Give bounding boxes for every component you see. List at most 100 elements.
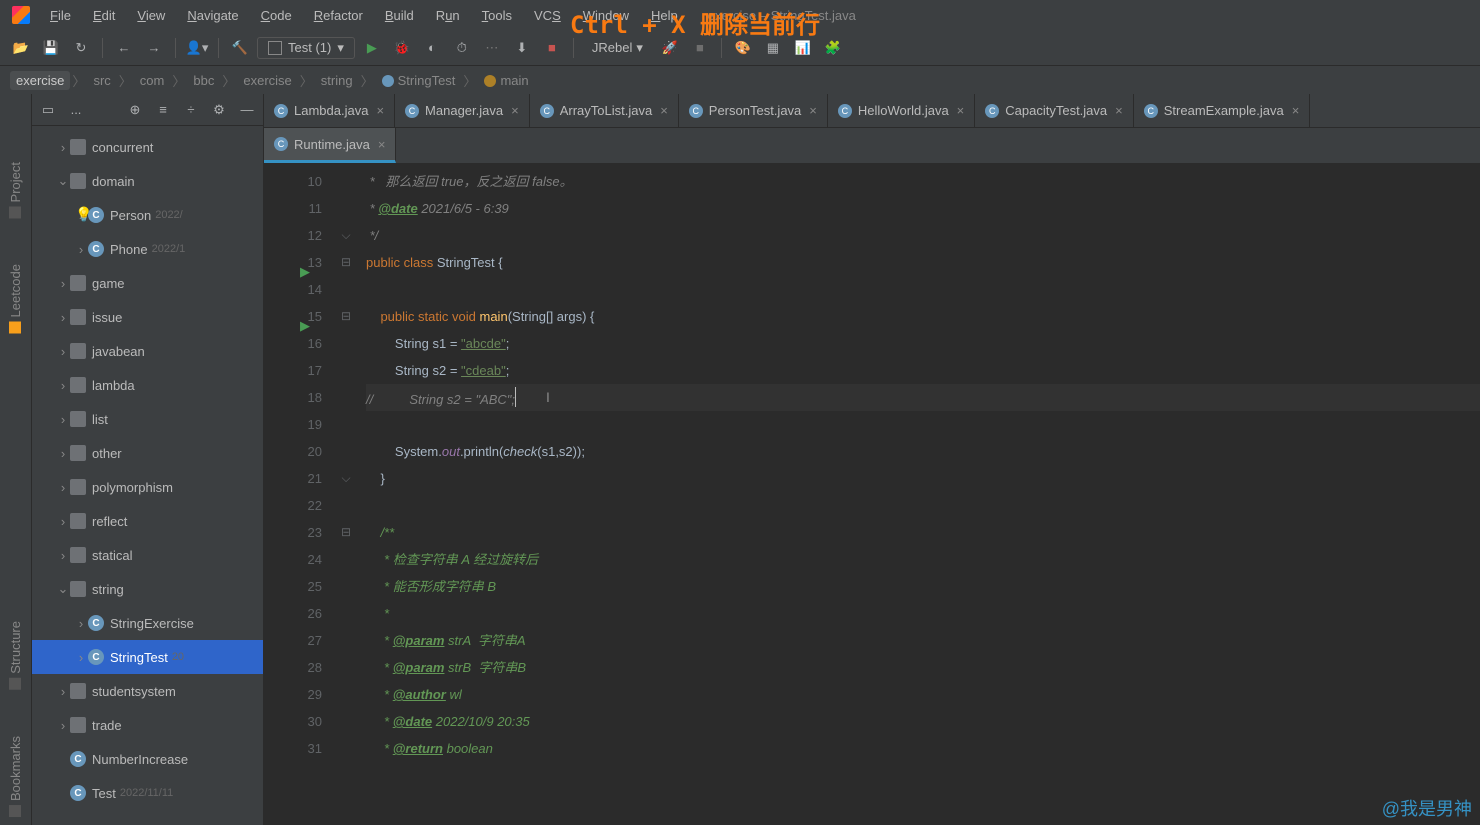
- editor-tab[interactable]: CStreamExample.java×: [1134, 94, 1311, 127]
- editor-tab[interactable]: CCapacityTest.java×: [975, 94, 1133, 127]
- tree-item[interactable]: ›issue: [32, 300, 263, 334]
- structure-icon: [10, 678, 22, 690]
- method-icon: [484, 75, 496, 87]
- close-tab-icon[interactable]: ×: [511, 103, 519, 118]
- profile-icon[interactable]: ⏱: [449, 35, 475, 61]
- menu-build[interactable]: Build: [375, 4, 424, 27]
- crumb-src[interactable]: src: [87, 71, 116, 90]
- toolwindow-structure[interactable]: Structure: [4, 613, 27, 698]
- tree-item[interactable]: ›CStringExercise: [32, 606, 263, 640]
- tree-item[interactable]: ›polymorphism: [32, 470, 263, 504]
- ellipsis-icon[interactable]: ...: [66, 100, 86, 120]
- tree-item[interactable]: ›reflect: [32, 504, 263, 538]
- close-tab-icon[interactable]: ×: [957, 103, 965, 118]
- tree-item[interactable]: ›CStringTest20: [32, 640, 263, 674]
- crumb-exercise[interactable]: exercise: [10, 71, 70, 90]
- tree-item[interactable]: ⌄domain: [32, 164, 263, 198]
- close-tab-icon[interactable]: ×: [1115, 103, 1123, 118]
- back-icon[interactable]: ←: [111, 35, 137, 61]
- editor-tab[interactable]: CPersonTest.java×: [679, 94, 828, 127]
- tree-item[interactable]: ⌄string: [32, 572, 263, 606]
- puzzle-icon[interactable]: 🧩: [820, 35, 846, 61]
- tree-item[interactable]: ›studentsystem: [32, 674, 263, 708]
- run-coverage-icon[interactable]: ◐: [419, 35, 445, 61]
- close-tab-icon[interactable]: ×: [376, 103, 384, 118]
- tree-item[interactable]: ›CPerson2022/: [32, 198, 263, 232]
- tree-item[interactable]: ›list: [32, 402, 263, 436]
- crumb-class[interactable]: StringTest: [376, 71, 462, 90]
- project-view-selector-icon[interactable]: ▭: [38, 100, 58, 120]
- editor-area: CLambda.java×CManager.java×CArrayToList.…: [264, 94, 1480, 825]
- editor-tab[interactable]: CRuntime.java×: [264, 128, 396, 163]
- close-tab-icon[interactable]: ×: [660, 103, 668, 118]
- coverage-icon[interactable]: 👤▾: [184, 35, 210, 61]
- toolwindow-leetcode[interactable]: Leetcode: [4, 256, 27, 342]
- tree-item[interactable]: ›other: [32, 436, 263, 470]
- run-config-selector[interactable]: Test (1)▾: [257, 37, 355, 59]
- toolwindow-project[interactable]: Project: [4, 154, 27, 226]
- menu-code[interactable]: Code: [251, 4, 302, 27]
- menu-run[interactable]: Run: [426, 4, 470, 27]
- line-number-gutter[interactable]: 1011121314151617181920212223242526272829…: [264, 164, 334, 825]
- crumb-method[interactable]: main: [478, 71, 534, 90]
- tree-item[interactable]: ›javabean: [32, 334, 263, 368]
- tree-item[interactable]: ›concurrent: [32, 130, 263, 164]
- menu-vcs[interactable]: VCS: [524, 4, 571, 27]
- tree-item[interactable]: ›lambda: [32, 368, 263, 402]
- more-run-icon[interactable]: ⋯: [479, 35, 505, 61]
- project-tree[interactable]: ›concurrent⌄domain›CPerson2022/›CPhone20…: [32, 126, 263, 825]
- menu-refactor[interactable]: Refactor: [304, 4, 373, 27]
- expand-all-icon[interactable]: ≡: [153, 100, 173, 120]
- crumb-bbc[interactable]: bbc: [187, 71, 220, 90]
- tree-item[interactable]: ›game: [32, 266, 263, 300]
- menu-file[interactable]: File: [40, 4, 81, 27]
- stop-icon[interactable]: ■: [539, 35, 565, 61]
- folder-icon: [70, 479, 86, 495]
- run-button-icon[interactable]: ▶: [359, 35, 385, 61]
- tree-item[interactable]: ›trade: [32, 708, 263, 742]
- tree-item[interactable]: ›CPhone2022/1: [32, 232, 263, 266]
- tree-item[interactable]: CNumberIncrease: [32, 742, 263, 776]
- run-line-marker-icon[interactable]: ▶: [300, 258, 310, 285]
- intention-bulb-icon[interactable]: 💡: [75, 201, 92, 228]
- crumb-string[interactable]: string: [315, 71, 359, 90]
- menu-tools[interactable]: Tools: [472, 4, 522, 27]
- class-icon: C: [70, 751, 86, 767]
- menu-navigate[interactable]: Navigate: [177, 4, 248, 27]
- toolwindow-bookmarks[interactable]: Bookmarks: [4, 728, 27, 825]
- sync-icon[interactable]: ↻: [68, 35, 94, 61]
- collapse-all-icon[interactable]: ÷: [181, 100, 201, 120]
- editor-tab[interactable]: CManager.java×: [395, 94, 530, 127]
- close-tab-icon[interactable]: ×: [378, 137, 386, 152]
- build-icon[interactable]: 🔨: [227, 35, 253, 61]
- open-file-icon[interactable]: 📂: [8, 35, 34, 61]
- tree-item[interactable]: CTest2022/11/11: [32, 776, 263, 810]
- forward-icon[interactable]: →: [141, 35, 167, 61]
- run-line-marker-icon[interactable]: ▶: [300, 312, 310, 339]
- jrebel-dropdown[interactable]: JRebel▾: [582, 38, 653, 58]
- tree-item[interactable]: ›statical: [32, 538, 263, 572]
- attach-icon[interactable]: ⬇: [509, 35, 535, 61]
- debug-button-icon[interactable]: 🐞: [389, 35, 415, 61]
- close-tab-icon[interactable]: ×: [1292, 103, 1300, 118]
- save-all-icon[interactable]: 💾: [38, 35, 64, 61]
- crumb-com[interactable]: com: [134, 71, 171, 90]
- folder-icon: [70, 717, 86, 733]
- menu-edit[interactable]: Edit: [83, 4, 125, 27]
- crumb-pkg-exercise[interactable]: exercise: [237, 71, 297, 90]
- menu-view[interactable]: View: [127, 4, 175, 27]
- select-opened-icon[interactable]: ⊕: [125, 100, 145, 120]
- fold-gutter[interactable]: ▶ ▶ ⌵⊟⊟⌵⊟: [334, 164, 358, 825]
- hide-icon[interactable]: —: [237, 100, 257, 120]
- code-content[interactable]: * 那么返回 true，反之返回 false。 * @date 2021/6/5…: [358, 164, 1480, 825]
- editor-tab[interactable]: CLambda.java×: [264, 94, 395, 127]
- editor-tab[interactable]: CArrayToList.java×: [530, 94, 679, 127]
- settings-gear-icon[interactable]: ⚙: [209, 100, 229, 120]
- editor-tabs-row2: CRuntime.java×: [264, 128, 1480, 164]
- bookmarks-icon: [10, 805, 22, 817]
- editor-tab[interactable]: CHelloWorld.java×: [828, 94, 975, 127]
- close-tab-icon[interactable]: ×: [809, 103, 817, 118]
- code-editor[interactable]: 1011121314151617181920212223242526272829…: [264, 164, 1480, 825]
- java-file-icon: C: [1144, 104, 1158, 118]
- java-file-icon: C: [838, 104, 852, 118]
